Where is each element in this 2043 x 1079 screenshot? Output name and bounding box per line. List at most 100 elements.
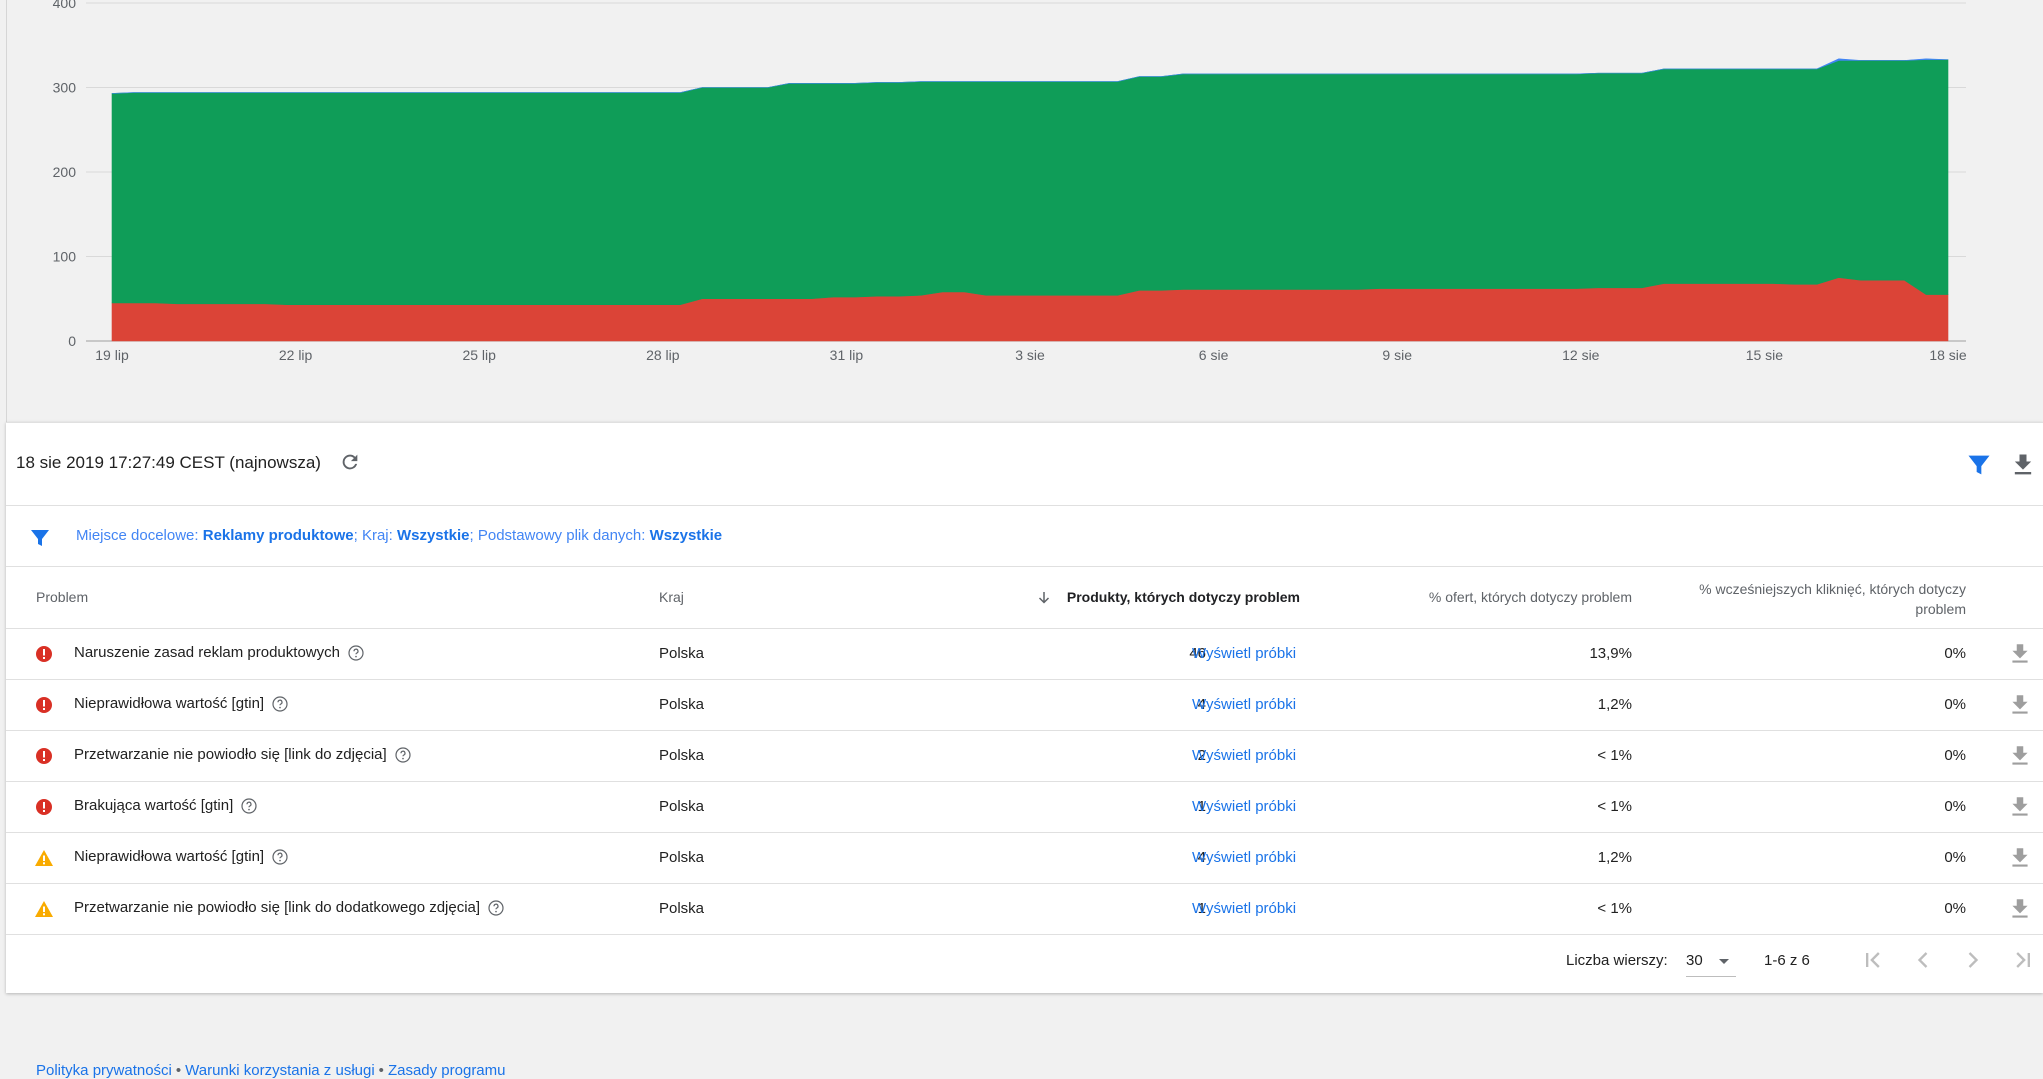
dropdown-caret-icon xyxy=(1719,959,1729,964)
problem-label: Nieprawidłowa wartość [gtin] xyxy=(74,848,265,865)
x-tick-label: 12 sie xyxy=(1562,347,1600,363)
row-download-icon[interactable] xyxy=(2007,641,2033,667)
x-tick-label: 3 sie xyxy=(1015,347,1045,363)
table-row: Nieprawidłowa wartość [gtin] Polska 4 Wyświ… xyxy=(6,680,2043,731)
help-icon[interactable] xyxy=(272,695,288,712)
x-tick-label: 9 sie xyxy=(1382,347,1412,363)
view-samples-link[interactable]: Wyświetl próbki xyxy=(1192,696,1296,713)
view-samples-link[interactable]: Wyświetl próbki xyxy=(1192,798,1296,815)
column-header-country[interactable]: Kraj xyxy=(659,589,684,605)
problem-name: Nieprawidłowa wartość [gtin] xyxy=(74,695,288,712)
filter-placement-label: Miejsce docelowe: xyxy=(76,527,199,544)
view-samples-link[interactable]: Wyświetl próbki xyxy=(1192,900,1296,917)
first-page-icon[interactable] xyxy=(1859,946,1887,974)
refresh-icon[interactable] xyxy=(339,451,361,473)
table-row: Brakująca wartość [gtin] Polska 1 Wyświetl … xyxy=(6,782,2043,833)
country-cell: Polska xyxy=(659,849,705,866)
rows-per-page-label: Liczba wierszy: xyxy=(1566,952,1668,969)
last-page-icon[interactable] xyxy=(2009,946,2037,974)
clicks-pct-cell: 0% xyxy=(1944,747,1966,764)
table-row: Przetwarzanie nie powiodło się [link do … xyxy=(6,731,2043,782)
y-tick-label: 100 xyxy=(53,249,77,265)
area-series-1 xyxy=(111,59,1949,305)
table-row: Naruszenie zasad reklam produktowych Pols… xyxy=(6,629,2043,680)
view-samples-link[interactable]: Wyświetl próbki xyxy=(1192,747,1296,764)
x-tick-label: 25 lip xyxy=(462,347,496,363)
clicks-pct-cell: 0% xyxy=(1944,645,1966,662)
offers-pct-cell: 1,2% xyxy=(1597,696,1632,713)
problem-name: Brakująca wartość [gtin] xyxy=(74,797,257,814)
footer-separator: • xyxy=(175,1062,182,1079)
x-tick-label: 15 sie xyxy=(1746,347,1784,363)
snapshot-timestamp: 18 sie 2019 17:27:49 CEST (najnowsza) xyxy=(16,453,321,472)
problem-label: Naruszenie zasad reklam produktowych xyxy=(74,644,340,661)
row-download-icon[interactable] xyxy=(2007,845,2033,871)
view-samples-link[interactable]: Wyświetl próbki xyxy=(1192,645,1296,662)
row-download-icon[interactable] xyxy=(2007,896,2033,922)
active-filters-text[interactable]: Miejsce docelowe: Reklamy produktowe; Kr… xyxy=(76,527,722,544)
next-page-icon[interactable] xyxy=(1959,946,1987,974)
column-header-offers-pct[interactable]: % ofert, których dotyczy problem xyxy=(1429,589,1632,605)
offers-pct-cell: 13,9% xyxy=(1589,645,1632,662)
filter-icon[interactable] xyxy=(1965,451,1993,479)
chart-svg: 0 100 200 300 400 19 lip 22 lip 25 lip 28 lip 31 … xyxy=(53,0,1967,363)
row-download-icon[interactable] xyxy=(2007,692,2033,718)
help-icon[interactable] xyxy=(272,848,288,865)
left-border xyxy=(6,0,7,422)
clicks-pct-cell: 0% xyxy=(1944,696,1966,713)
row-download-icon[interactable] xyxy=(2007,794,2033,820)
clicks-pct-header-line2: problem xyxy=(1915,601,1966,617)
pagination: Liczba wierszy: 30 1-6 z 6 xyxy=(6,928,2043,992)
country-cell: Polska xyxy=(659,645,705,662)
warning-icon xyxy=(35,850,53,866)
table-row: Nieprawidłowa wartość [gtin] Polska 4 Wyświ… xyxy=(6,833,2043,884)
error-icon xyxy=(36,697,52,713)
problem-label: Przetwarzanie nie powiodło się [link do … xyxy=(74,746,387,763)
filter-country-value: Wszystkie xyxy=(396,527,470,544)
help-icon[interactable] xyxy=(348,644,364,661)
offers-pct-cell: < 1% xyxy=(1597,798,1632,815)
active-filters-row[interactable]: Miejsce docelowe: Reklamy produktowe; Kr… xyxy=(6,506,2043,567)
x-tick-label: 19 lip xyxy=(95,347,129,363)
clicks-pct-header-line1: % wcześniejszych kliknięć, których dotyc… xyxy=(1699,581,1966,597)
y-tick-label: 200 xyxy=(53,164,77,180)
filter-feed-value: Wszystkie xyxy=(649,527,723,544)
rows-per-page-select[interactable]: 30 xyxy=(1686,946,1736,977)
clicks-pct-cell: 0% xyxy=(1944,849,1966,866)
help-icon[interactable] xyxy=(395,746,411,763)
country-cell: Polska xyxy=(659,900,705,917)
previous-page-icon[interactable] xyxy=(1909,946,1937,974)
terms-of-service-link[interactable]: Warunki korzystania z usługi xyxy=(185,1062,375,1079)
page-range: 1-6 z 6 xyxy=(1764,952,1810,969)
problem-name: Przetwarzanie nie powiodło się [link do … xyxy=(74,746,411,763)
column-header-products[interactable]: Produkty, których dotyczy problem xyxy=(1067,589,1300,605)
warning-icon xyxy=(35,901,53,917)
rows-per-page-value: 30 xyxy=(1686,952,1703,969)
table-header: Problem Kraj Produkty, których dotyczy p… xyxy=(6,567,2043,629)
offers-pct-cell: 1,2% xyxy=(1597,849,1632,866)
problem-name: Nieprawidłowa wartość [gtin] xyxy=(74,848,288,865)
column-header-problem[interactable]: Problem xyxy=(36,589,88,605)
clicks-pct-cell: 0% xyxy=(1944,900,1966,917)
program-policies-link[interactable]: Zasady programu xyxy=(388,1062,506,1079)
download-icon[interactable] xyxy=(2009,451,2037,479)
x-tick-label: 28 lip xyxy=(646,347,680,363)
view-samples-link[interactable]: Wyświetl próbki xyxy=(1192,849,1296,866)
y-tick-label: 0 xyxy=(68,333,76,349)
row-download-icon[interactable] xyxy=(2007,743,2033,769)
filter-placement-value: Reklamy produktowe xyxy=(202,527,354,544)
help-icon[interactable] xyxy=(488,899,504,916)
arrow-down-icon[interactable] xyxy=(1035,589,1053,607)
y-tick-label: 400 xyxy=(53,0,77,11)
column-header-clicks-pct[interactable]: % wcześniejszych kliknięć, których dotyc… xyxy=(1699,579,1966,619)
footer-separator: • xyxy=(378,1062,384,1079)
help-icon[interactable] xyxy=(241,797,257,814)
issues-chart: 0 100 200 300 400 19 lip 22 lip 25 lip 28 lip 31 … xyxy=(6,0,2043,422)
privacy-policy-link[interactable]: Polityka prywatności xyxy=(36,1062,172,1079)
problem-label: Przetwarzanie nie powiodło się [link do … xyxy=(74,899,481,916)
error-icon xyxy=(36,799,52,815)
filter-icon xyxy=(31,530,49,546)
error-icon xyxy=(36,748,52,764)
filter-feed-label: ; Podstawowy plik danych: xyxy=(469,527,646,544)
offers-pct-cell: < 1% xyxy=(1597,900,1632,917)
